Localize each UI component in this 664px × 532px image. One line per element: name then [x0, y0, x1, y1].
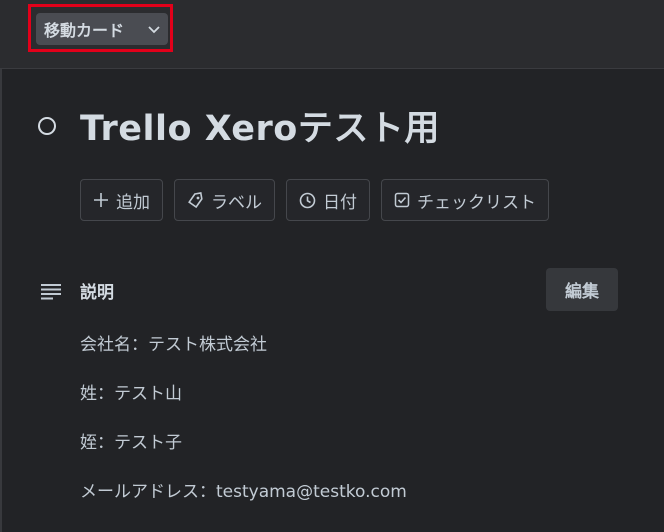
add-button[interactable]: 追加 — [80, 179, 163, 221]
card-title-row: Trello Xeroテスト用 — [38, 100, 440, 151]
date-label: 日付 — [323, 192, 357, 213]
label-label: ラベル — [211, 192, 262, 213]
move-card-label: 移動カード — [44, 21, 125, 40]
description-title: 説明 — [80, 283, 114, 303]
description-line: メールアドレス：testyama@testko.com — [80, 482, 407, 502]
edit-button[interactable]: 編集 — [546, 268, 618, 311]
plus-icon — [94, 193, 108, 207]
move-card-button[interactable]: 移動カード — [36, 13, 168, 45]
description-icon — [41, 283, 61, 299]
add-label: 追加 — [116, 192, 150, 213]
tag-icon — [188, 191, 203, 208]
checkbox-icon — [394, 192, 410, 208]
complete-toggle[interactable] — [38, 116, 56, 135]
card-title[interactable]: Trello Xeroテスト用 — [80, 100, 440, 151]
description-line: 姪：テスト子 — [80, 433, 182, 453]
checklist-button[interactable]: チェックリスト — [381, 179, 549, 221]
chevron-down-icon — [148, 26, 160, 34]
card-actions: 追加 ラベル 日付 チェックリスト — [80, 179, 549, 221]
description-body[interactable]: 会社名：テスト株式会社 姓：テスト山 姪：テスト子 メールアドレス：testya… — [80, 330, 407, 526]
description-line: 姓：テスト山 — [80, 384, 182, 404]
description-line: 会社名：テスト株式会社 — [80, 335, 267, 355]
date-button[interactable]: 日付 — [286, 179, 370, 221]
clock-icon — [299, 192, 316, 208]
label-button[interactable]: ラベル — [174, 179, 275, 221]
description-header: 説明 — [40, 278, 114, 303]
checklist-label: チェックリスト — [417, 192, 536, 213]
